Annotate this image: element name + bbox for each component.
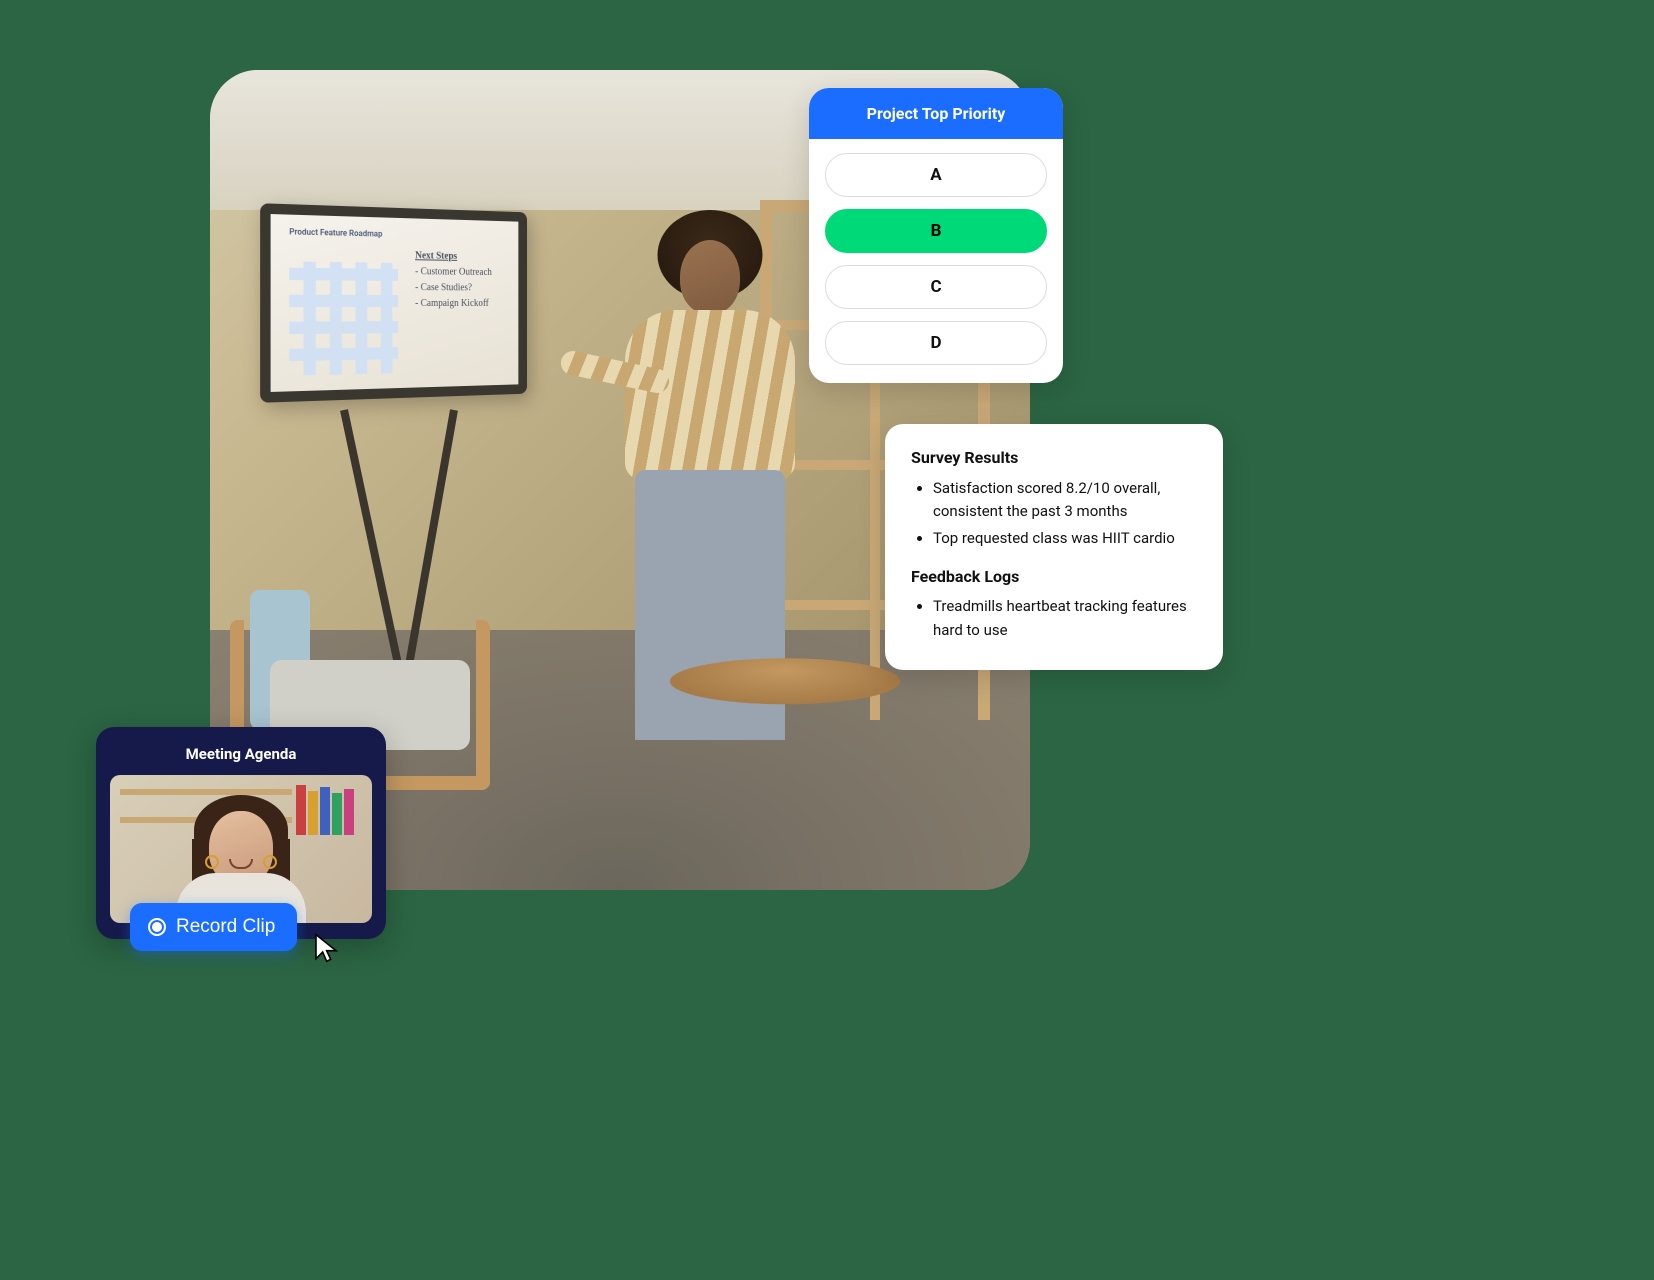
poll-option-d[interactable]: D [825, 321, 1047, 365]
whiteboard: Product Feature Roadmap Next Steps - Cus… [260, 203, 527, 403]
poll-card: Project Top Priority A B C D [809, 88, 1063, 383]
whiteboard-note-item: - Campaign Kickoff [415, 296, 506, 312]
agenda-title: Meeting Agenda [110, 741, 372, 775]
poll-title: Project Top Priority [809, 88, 1063, 139]
record-clip-button[interactable]: Record Clip [130, 903, 297, 951]
poll-option-b[interactable]: B [825, 209, 1047, 253]
cursor-icon [312, 932, 344, 964]
whiteboard-notes: Next Steps - Customer Outreach - Case St… [415, 248, 506, 312]
survey-results-list: Satisfaction scored 8.2/10 overall, cons… [911, 477, 1197, 551]
record-clip-label: Record Clip [176, 916, 275, 938]
record-icon [148, 918, 166, 936]
whiteboard-notes-heading: Next Steps [415, 248, 506, 265]
poll-option-c[interactable]: C [825, 265, 1047, 309]
meeting-agenda-card: Meeting Agenda Record Clip [96, 727, 386, 939]
video-thumbnail[interactable] [110, 775, 372, 923]
whiteboard-title: Product Feature Roadmap [289, 227, 382, 239]
poll-option-a[interactable]: A [825, 153, 1047, 197]
list-item: Treadmills heartbeat tracking features h… [933, 595, 1197, 642]
poll-options-list: A B C D [809, 139, 1063, 383]
results-card: Survey Results Satisfaction scored 8.2/1… [885, 424, 1223, 670]
feedback-logs-heading: Feedback Logs [911, 565, 1197, 590]
whiteboard-note-item: - Case Studies? [415, 280, 506, 296]
whiteboard-note-item: - Customer Outreach [415, 264, 506, 281]
feedback-logs-list: Treadmills heartbeat tracking features h… [911, 595, 1197, 642]
list-item: Satisfaction scored 8.2/10 overall, cons… [933, 477, 1197, 524]
whiteboard-roadmap-grid [289, 261, 398, 375]
survey-results-heading: Survey Results [911, 446, 1197, 471]
list-item: Top requested class was HIIT cardio [933, 527, 1197, 550]
